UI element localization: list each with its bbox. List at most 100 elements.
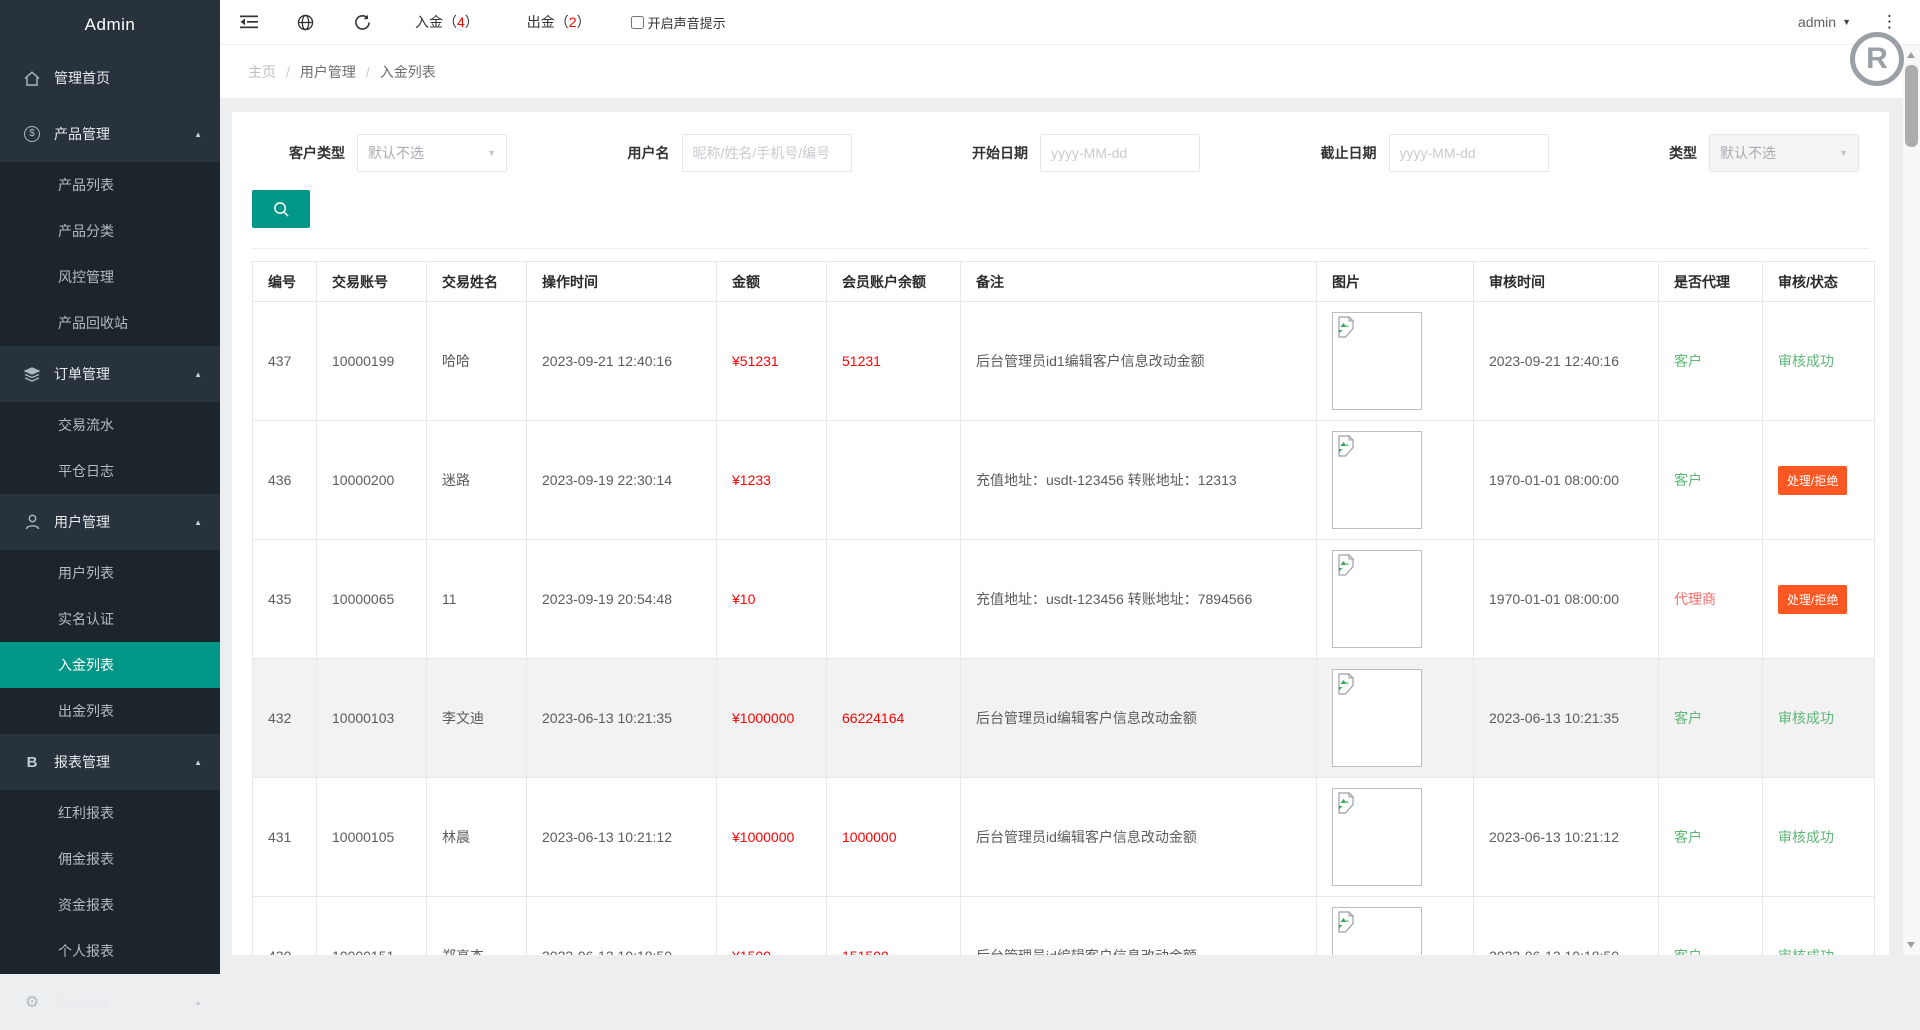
section-divider: [252, 248, 1869, 249]
sidebar-item-withdraw-list[interactable]: 出金列表: [0, 688, 220, 734]
sidebar-item-close-position-log[interactable]: 平仓日志: [0, 448, 220, 494]
type-select[interactable]: 默认不选 ▼: [1709, 134, 1859, 172]
start-date-input[interactable]: [1040, 134, 1200, 172]
cell-name: 林晨: [427, 778, 527, 897]
home-icon: [22, 71, 42, 86]
cell-image: [1317, 540, 1474, 659]
sidebar-item-product-recycle[interactable]: 产品回收站: [0, 300, 220, 346]
end-date-label: 截止日期: [1321, 143, 1377, 163]
cell-review-time: 2023-09-21 12:40:16: [1474, 302, 1659, 421]
globe-icon[interactable]: [277, 0, 334, 45]
table-header-row: 编号交易账号交易姓名操作时间金额会员账户余额备注图片审核时间是否代理审核/状态: [253, 262, 1875, 302]
more-menu-icon[interactable]: ⋮: [1881, 12, 1898, 32]
sidebar-item-product-mgmt[interactable]: $产品管理▲: [0, 106, 220, 162]
cell-balance: 66224164: [827, 659, 961, 778]
search-button[interactable]: [252, 190, 310, 228]
status-text: 审核成功: [1778, 353, 1834, 369]
scroll-down-arrow-icon[interactable]: [1907, 942, 1915, 948]
chevron-up-icon: ▲: [194, 518, 202, 527]
refresh-icon[interactable]: [334, 0, 391, 45]
sound-alert-checkbox[interactable]: [631, 16, 644, 29]
sidebar-item-label: 报表管理: [54, 752, 194, 772]
sidebar-item-label: 交易流水: [58, 417, 114, 433]
cell-review-time: 2023-06-13 10:21:12: [1474, 778, 1659, 897]
deposit-tab[interactable]: 入金（4）: [391, 12, 503, 32]
vertical-scrollbar[interactable]: [1903, 45, 1920, 955]
attachment-image[interactable]: [1332, 669, 1422, 767]
end-date-input[interactable]: [1389, 134, 1549, 172]
cell-status: 审核成功: [1763, 778, 1875, 897]
cell-balance: [827, 421, 961, 540]
process-reject-button[interactable]: 处理/拒绝: [1778, 585, 1847, 614]
attachment-image[interactable]: [1332, 550, 1422, 648]
sidebar-item-label: 订单管理: [54, 364, 194, 384]
cell-remark: 后台管理员id编辑客户信息改动金额: [961, 778, 1317, 897]
sidebar-item-user-list[interactable]: 用户列表: [0, 550, 220, 596]
attachment-image[interactable]: [1332, 907, 1422, 955]
cell-op-time: 2023-06-13 10:21:35: [527, 659, 717, 778]
broken-image-icon: [1336, 792, 1356, 814]
table-row: 43710000199哈哈2023-09-21 12:40:16¥5123151…: [253, 302, 1875, 421]
sound-alert-toggle[interactable]: 开启声音提示: [631, 13, 726, 32]
cell-balance: [827, 540, 961, 659]
cell-amount: ¥1000000: [717, 659, 827, 778]
cell-agent: 代理商: [1659, 540, 1763, 659]
scrollbar-thumb[interactable]: [1905, 65, 1918, 147]
cell-account: 10000065: [317, 540, 427, 659]
scroll-up-arrow-icon[interactable]: [1907, 52, 1915, 58]
cell-amount: ¥51231: [717, 302, 827, 421]
sidebar-item-realname-auth[interactable]: 实名认证: [0, 596, 220, 642]
type-label: 类型: [1669, 143, 1697, 163]
username-label: 用户名: [628, 143, 670, 163]
report-icon: B: [22, 754, 42, 771]
sidebar-item-risk-mgmt[interactable]: 风控管理: [0, 254, 220, 300]
username-input[interactable]: [682, 134, 852, 172]
sidebar-item-bonus-report[interactable]: 红利报表: [0, 790, 220, 836]
cell-op-time: 2023-09-21 12:40:16: [527, 302, 717, 421]
attachment-image[interactable]: [1332, 431, 1422, 529]
sidebar-item-user-mgmt[interactable]: 用户管理▲: [0, 494, 220, 550]
sidebar-item-trade-flow[interactable]: 交易流水: [0, 402, 220, 448]
withdraw-tab[interactable]: 出金（2）: [503, 12, 615, 32]
sidebar-item-admin-home[interactable]: 管理首页: [0, 50, 220, 106]
column-header: 编号: [253, 262, 317, 302]
cell-name: 郑高杰: [427, 897, 527, 956]
cell-remark: 后台管理员id编辑客户信息改动金额: [961, 659, 1317, 778]
column-header: 审核时间: [1474, 262, 1659, 302]
column-header: 交易账号: [317, 262, 427, 302]
chevron-up-icon: ▲: [194, 130, 202, 139]
cell-account: 10000105: [317, 778, 427, 897]
sidebar-item-product-category[interactable]: 产品分类: [0, 208, 220, 254]
attachment-image[interactable]: [1332, 788, 1422, 886]
sidebar-item-deposit-list[interactable]: 入金列表: [0, 642, 220, 688]
sidebar-item-label: 产品管理: [54, 124, 194, 144]
attachment-image[interactable]: [1332, 312, 1422, 410]
sidebar-item-order-mgmt[interactable]: 订单管理▲: [0, 346, 220, 402]
sidebar-item-personal-report[interactable]: 个人报表: [0, 928, 220, 974]
sidebar-item-fund-report[interactable]: 资金报表: [0, 882, 220, 928]
breadcrumb-home[interactable]: 主页: [248, 62, 276, 82]
cell-name: 11: [427, 540, 527, 659]
cell-remark: 充值地址：usdt-123456 转账地址：7894566: [961, 540, 1317, 659]
cell-id: 431: [253, 778, 317, 897]
sidebar-item-label: 系统管理: [54, 992, 194, 1012]
filter-bar: 客户类型 默认不选 ▼ 用户名 开始日期 截止日期 类型 默认不选 ▼: [289, 134, 1859, 172]
broken-image-icon: [1336, 911, 1356, 933]
cell-image: [1317, 778, 1474, 897]
user-menu[interactable]: admin ▼: [1798, 14, 1851, 30]
breadcrumb-deposit-list: 入金列表: [380, 62, 436, 82]
sidebar-item-system-mgmt[interactable]: ⚙系统管理▲: [0, 974, 220, 1030]
cell-status: 审核成功: [1763, 302, 1875, 421]
sidebar-item-commission-report[interactable]: 佣金报表: [0, 836, 220, 882]
cell-op-time: 2023-06-13 10:21:12: [527, 778, 717, 897]
cell-status: 审核成功: [1763, 659, 1875, 778]
sidebar-item-product-list[interactable]: 产品列表: [0, 162, 220, 208]
gear-icon: ⚙: [22, 992, 42, 1012]
collapse-sidebar-icon[interactable]: [220, 0, 277, 45]
status-text: 审核成功: [1778, 710, 1834, 726]
sidebar-item-report-mgmt[interactable]: B报表管理▲: [0, 734, 220, 790]
breadcrumb: 主页 / 用户管理 / 入金列表: [220, 45, 1903, 98]
layers-icon: [22, 367, 42, 382]
customer-type-select[interactable]: 默认不选 ▼: [357, 134, 507, 172]
process-reject-button[interactable]: 处理/拒绝: [1778, 466, 1847, 495]
